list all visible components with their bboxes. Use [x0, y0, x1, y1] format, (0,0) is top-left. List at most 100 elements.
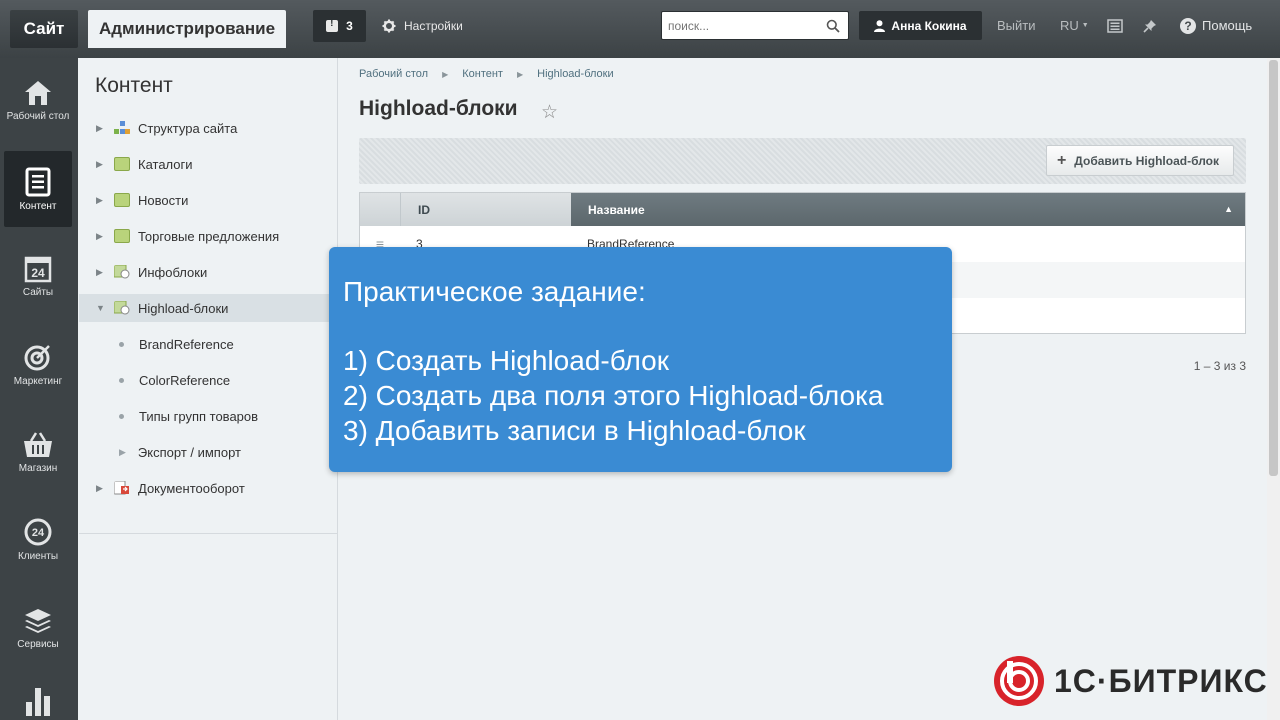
basket-icon — [24, 431, 52, 457]
nav-item-analytics[interactable] — [4, 676, 72, 720]
sort-ascending-icon: ▲ — [1224, 204, 1233, 214]
logout-link[interactable]: Выйти — [997, 11, 1036, 40]
practical-task-overlay: Практическое задание: 1) Создать Highloa… — [329, 247, 952, 472]
toolbar: + Добавить Highload-блок — [359, 138, 1246, 184]
collapse-arrow-icon[interactable]: ▼ — [96, 303, 105, 313]
tree-title: Контент — [95, 74, 173, 97]
nav-label: Клиенты — [17, 550, 59, 562]
expand-arrow-icon[interactable]: ▶ — [96, 123, 104, 134]
bullet-icon — [119, 413, 124, 419]
help-icon: ? — [1180, 17, 1196, 34]
tree-item-label: Каталоги — [138, 156, 193, 172]
svg-text:24: 24 — [32, 527, 45, 539]
expand-arrow-icon[interactable]: ▶ — [96, 483, 104, 494]
tree-item-document-workflow[interactable]: ▶ Документооборот — [79, 474, 337, 502]
top-bar: Сайт Администрирование 3 Настройки Анна — [0, 0, 1280, 58]
tree-item-product-group-types[interactable]: Типы групп товаров — [79, 402, 337, 430]
tree-item-label: Инфоблоки — [138, 264, 208, 280]
favorite-star-icon[interactable]: ☆ — [541, 101, 558, 124]
column-header-id[interactable]: ID — [400, 193, 571, 226]
grid-header: ID Название ▲ — [360, 193, 1245, 226]
tree-item-offers[interactable]: ▶ Торговые предложения — [79, 222, 337, 250]
tree-item-label: Документооборот — [138, 480, 245, 496]
tree-item-infoblocks[interactable]: ▶ Инфоблоки — [79, 258, 337, 286]
gear-icon — [382, 19, 396, 33]
tree-item-label: Новости — [138, 192, 189, 208]
tree-item-label: BrandReference — [139, 336, 234, 352]
tree-divider — [79, 533, 337, 534]
chevron-down-icon: ▼ — [1081, 22, 1089, 29]
bullet-icon — [119, 341, 124, 347]
expand-arrow-icon[interactable]: ▶ — [96, 231, 104, 242]
task-item: 2) Создать два поля этого Highload-блока — [343, 380, 884, 411]
grid-header-actions — [360, 193, 400, 226]
home-icon — [25, 80, 51, 105]
target-icon — [24, 344, 50, 370]
tree-item-brandreference[interactable]: BrandReference — [79, 330, 337, 358]
pagination-summary: 1 – 3 из 3 — [1193, 359, 1246, 373]
notifications-count: 3 — [346, 19, 353, 33]
pin-button[interactable] — [1143, 11, 1157, 40]
settings-button[interactable]: Настройки — [382, 10, 463, 42]
notification-icon — [326, 18, 339, 32]
breadcrumb-item[interactable]: Рабочий стол — [359, 68, 428, 80]
expand-arrow-icon[interactable]: ▶ — [96, 159, 104, 170]
expand-arrow-icon[interactable]: ▶ — [96, 267, 104, 278]
nav-label: Маркетинг — [13, 375, 63, 387]
tree-item-colorreference[interactable]: ColorReference — [79, 366, 337, 394]
nav-label: Магазин — [18, 462, 58, 474]
search-box — [661, 11, 849, 40]
tree-item-site-structure[interactable]: ▶ Структура сайта — [79, 114, 337, 142]
expand-arrow-icon[interactable]: ▶ — [119, 447, 126, 458]
breadcrumb: Рабочий стол ▶ Контент ▶ Highload-блоки — [359, 68, 614, 80]
tab-site[interactable]: Сайт — [10, 10, 78, 48]
nav-item-marketing[interactable]: Маркетинг — [4, 326, 72, 402]
user-menu[interactable]: Анна Кокина — [859, 11, 982, 40]
tree-item-label: Торговые предложения — [138, 228, 280, 244]
tree-item-label: Highload-блоки — [138, 300, 229, 316]
nav-item-sites[interactable]: 24 Сайты — [4, 238, 72, 314]
calendar-24-icon: 24 — [24, 256, 52, 282]
nav-item-clients[interactable]: 24 Клиенты — [4, 501, 72, 577]
breadcrumb-item[interactable]: Highload-блоки — [537, 68, 614, 80]
tree-item-highload-blocks[interactable]: ▼ Highload-блоки — [79, 294, 337, 322]
add-highload-block-button[interactable]: + Добавить Highload-блок — [1045, 145, 1234, 176]
tab-administration[interactable]: Администрирование — [88, 10, 286, 48]
search-input[interactable] — [668, 18, 818, 33]
help-label: Помощь — [1202, 18, 1253, 33]
tree-item-catalogs[interactable]: ▶ Каталоги — [79, 150, 337, 178]
workflow-icon — [114, 481, 129, 495]
column-header-name[interactable]: Название ▲ — [571, 193, 1245, 226]
plus-icon: + — [1056, 151, 1067, 169]
nav-item-services[interactable]: Сервисы — [4, 590, 72, 666]
bitrix-logo-icon — [994, 656, 1044, 706]
tree-item-label: Структура сайта — [138, 120, 238, 136]
bullet-icon — [119, 377, 124, 383]
logo-text: 1С·БИТРИКС — [1054, 662, 1268, 699]
notifications-button[interactable]: 3 — [313, 10, 366, 42]
left-navigation: Рабочий стол Контент 24 Сайты Маркетинг — [0, 58, 78, 720]
settings-label: Настройки — [404, 19, 463, 33]
document-icon — [25, 167, 51, 196]
folder-list-icon — [114, 229, 130, 243]
scrollbar-thumb[interactable] — [1269, 60, 1278, 476]
tree-item-export-import[interactable]: ▶ Экспорт / импорт — [79, 438, 337, 466]
page-title: Highload-блоки — [359, 97, 518, 120]
tree-item-label: Типы групп товаров — [139, 408, 259, 424]
help-button[interactable]: ? Помощь — [1180, 11, 1252, 40]
breadcrumb-item[interactable]: Контент — [462, 68, 503, 80]
overlay-heading: Практическое задание: — [343, 276, 646, 307]
hotkeys-button[interactable] — [1107, 11, 1123, 40]
expand-arrow-icon[interactable]: ▶ — [96, 195, 104, 206]
task-item: 3) Добавить записи в Highload-блок — [343, 415, 806, 446]
nav-item-shop[interactable]: Магазин — [4, 414, 72, 490]
tree-item-news[interactable]: ▶ Новости — [79, 186, 337, 214]
search-icon[interactable] — [826, 19, 840, 33]
infoblock-icon — [114, 301, 130, 315]
structure-icon — [114, 121, 130, 134]
language-selector[interactable]: RU ▼ — [1060, 11, 1089, 40]
vertical-scrollbar[interactable] — [1267, 58, 1280, 720]
nav-item-desktop[interactable]: Рабочий стол — [4, 62, 72, 138]
folder-list-icon — [114, 157, 130, 171]
nav-item-content[interactable]: Контент — [4, 151, 72, 227]
